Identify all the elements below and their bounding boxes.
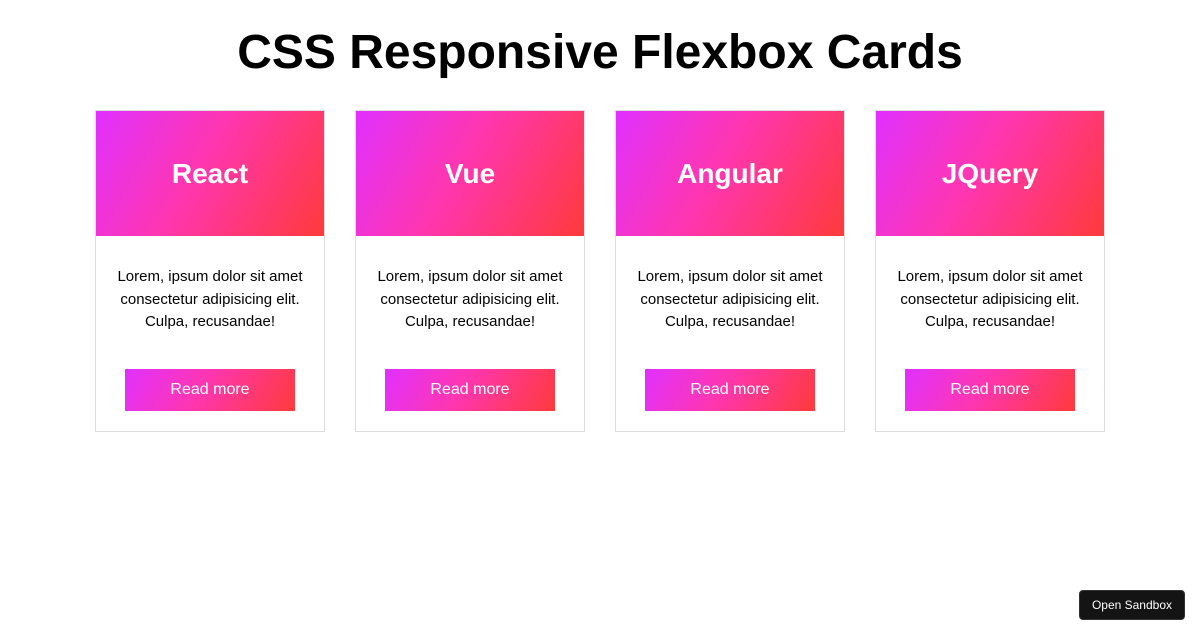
card-vue: Vue Lorem, ipsum dolor sit amet consecte… (355, 110, 585, 432)
card-title: JQuery (942, 158, 1039, 190)
card-header: JQuery (876, 111, 1104, 236)
card-body: Lorem, ipsum dolor sit amet consectetur … (616, 236, 844, 431)
card-header: Angular (616, 111, 844, 236)
card-jquery: JQuery Lorem, ipsum dolor sit amet conse… (875, 110, 1105, 432)
card-text: Lorem, ipsum dolor sit amet consectetur … (896, 266, 1084, 334)
card-body: Lorem, ipsum dolor sit amet consectetur … (876, 236, 1104, 431)
card-text: Lorem, ipsum dolor sit amet consectetur … (116, 266, 304, 334)
read-more-button[interactable]: Read more (905, 369, 1075, 411)
card-header: React (96, 111, 324, 236)
cards-container: React Lorem, ipsum dolor sit amet consec… (0, 110, 1200, 432)
card-text: Lorem, ipsum dolor sit amet consectetur … (376, 266, 564, 334)
card-text: Lorem, ipsum dolor sit amet consectetur … (636, 266, 824, 334)
card-title: React (172, 158, 248, 190)
read-more-button[interactable]: Read more (125, 369, 295, 411)
card-title: Vue (445, 158, 495, 190)
card-header: Vue (356, 111, 584, 236)
read-more-button[interactable]: Read more (645, 369, 815, 411)
page-title: CSS Responsive Flexbox Cards (0, 0, 1200, 110)
open-sandbox-button[interactable]: Open Sandbox (1079, 590, 1185, 620)
card-angular: Angular Lorem, ipsum dolor sit amet cons… (615, 110, 845, 432)
read-more-button[interactable]: Read more (385, 369, 555, 411)
card-body: Lorem, ipsum dolor sit amet consectetur … (96, 236, 324, 431)
card-react: React Lorem, ipsum dolor sit amet consec… (95, 110, 325, 432)
card-title: Angular (677, 158, 783, 190)
card-body: Lorem, ipsum dolor sit amet consectetur … (356, 236, 584, 431)
